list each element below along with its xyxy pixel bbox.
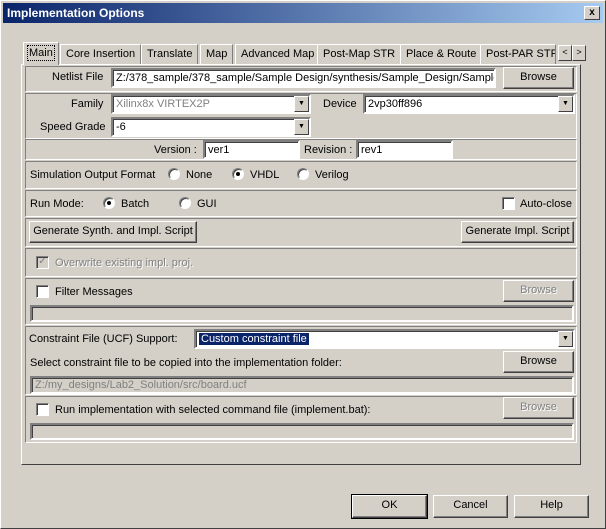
autoclose-label: Auto-close bbox=[520, 198, 572, 210]
generate-impl-script-button[interactable]: Generate Impl. Script bbox=[461, 221, 574, 243]
chevron-down-icon[interactable]: ▼ bbox=[558, 331, 573, 347]
run-implementation-checkbox[interactable] bbox=[36, 403, 49, 416]
run-implementation-browse-button[interactable]: Browse bbox=[503, 397, 574, 419]
chevron-down-icon[interactable]: ▼ bbox=[558, 96, 573, 112]
implementation-options-dialog: Implementation Options x Main Core Inser… bbox=[0, 0, 606, 529]
constraint-support-label: Constraint File (UCF) Support: bbox=[29, 333, 178, 345]
overwrite-label: Overwrite existing impl. proj. bbox=[55, 257, 194, 269]
radio-none-label: None bbox=[186, 169, 213, 181]
chevron-down-icon[interactable]: ▼ bbox=[294, 119, 309, 135]
tab-main[interactable]: Main bbox=[23, 42, 59, 65]
run-mode-label: Run Mode: bbox=[30, 198, 84, 210]
tab-core-insertion[interactable]: Core Insertion bbox=[60, 44, 142, 64]
simulation-format-label: Simulation Output Format bbox=[30, 169, 156, 181]
filter-browse-button[interactable]: Browse bbox=[503, 280, 574, 302]
family-dropdown[interactable]: Xilinx8x VIRTEX2P ▼ bbox=[111, 94, 311, 114]
tab-advanced-map[interactable]: Advanced Map bbox=[235, 44, 321, 64]
filter-messages-checkbox[interactable] bbox=[36, 285, 49, 298]
generate-synth-impl-script-button[interactable]: Generate Synth. and Impl. Script bbox=[29, 221, 197, 243]
device-label: Device bbox=[323, 98, 357, 110]
help-button[interactable]: Help bbox=[514, 495, 589, 518]
family-value: Xilinx8x VIRTEX2P bbox=[116, 98, 210, 110]
constraint-support-dropdown[interactable]: Custom constraint file ▼ bbox=[194, 329, 575, 349]
radio-gui-label: GUI bbox=[197, 198, 217, 210]
autoclose-checkbox[interactable] bbox=[502, 197, 515, 210]
ok-button[interactable]: OK bbox=[351, 494, 428, 519]
tab-map[interactable]: Map bbox=[200, 44, 234, 64]
version-section bbox=[25, 139, 577, 160]
radio-gui[interactable] bbox=[179, 197, 191, 209]
overwrite-checkbox[interactable]: ✓ bbox=[36, 256, 49, 269]
netlist-file-field[interactable]: Z:/378_sample/378_sample/Sample Design/s… bbox=[111, 68, 496, 88]
family-label: Family bbox=[71, 98, 104, 110]
tab-post-par-str[interactable]: Post-PAR STR bbox=[480, 44, 556, 64]
netlist-browse-button[interactable]: Browse bbox=[503, 67, 574, 89]
radio-batch-label: Batch bbox=[121, 198, 150, 210]
revision-label: Revision : bbox=[304, 144, 353, 156]
close-icon[interactable]: x bbox=[584, 6, 600, 20]
tab-place-route[interactable]: Place & Route bbox=[400, 44, 483, 64]
device-dropdown[interactable]: 2vp30ff896 ▼ bbox=[363, 94, 575, 114]
window-title: Implementation Options bbox=[7, 6, 145, 20]
radio-verilog-label: Verilog bbox=[315, 169, 349, 181]
filter-messages-label: Filter Messages bbox=[55, 286, 133, 298]
speed-grade-dropdown[interactable]: -6 ▼ bbox=[111, 117, 311, 137]
select-constraint-label: Select constraint file to be copied into… bbox=[30, 357, 342, 369]
constraint-file-path[interactable]: Z:/my_designs/Lab2_Solution/src/board.uc… bbox=[30, 376, 574, 394]
tab-translate[interactable]: Translate bbox=[141, 44, 199, 64]
title-bar: Implementation Options x bbox=[3, 3, 603, 23]
tab-scroll-right-icon[interactable]: > bbox=[572, 45, 586, 61]
tab-post-map-str[interactable]: Post-Map STR bbox=[317, 44, 402, 64]
constraint-browse-button[interactable]: Browse bbox=[503, 351, 574, 373]
chevron-down-icon[interactable]: ▼ bbox=[294, 96, 309, 112]
constraint-support-value: Custom constraint file bbox=[198, 332, 310, 346]
speed-grade-label: Speed Grade bbox=[40, 121, 106, 133]
netlist-label: Netlist File bbox=[52, 71, 104, 83]
cancel-button[interactable]: Cancel bbox=[433, 495, 508, 518]
version-field[interactable]: ver1 bbox=[203, 140, 300, 159]
device-value: 2vp30ff896 bbox=[368, 98, 423, 110]
tab-scroll-left-icon[interactable]: < bbox=[558, 45, 572, 61]
run-implementation-file-field[interactable] bbox=[30, 423, 574, 440]
filter-file-field[interactable] bbox=[30, 305, 574, 322]
revision-field[interactable]: rev1 bbox=[356, 140, 453, 159]
radio-none[interactable] bbox=[168, 168, 180, 180]
version-label: Version : bbox=[154, 144, 197, 156]
radio-batch[interactable] bbox=[103, 197, 115, 209]
speed-grade-value: -6 bbox=[116, 121, 126, 133]
radio-vhdl-label: VHDL bbox=[250, 169, 280, 181]
run-implementation-label: Run implementation with selected command… bbox=[55, 404, 371, 416]
radio-verilog[interactable] bbox=[297, 168, 309, 180]
radio-vhdl[interactable] bbox=[232, 168, 244, 180]
